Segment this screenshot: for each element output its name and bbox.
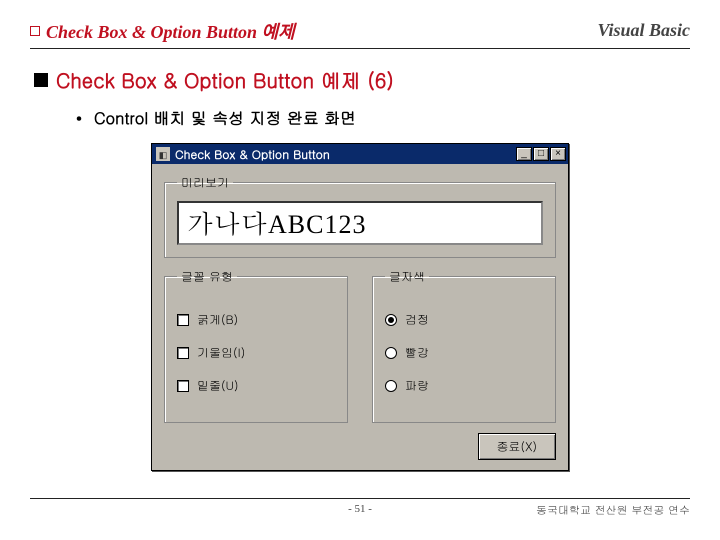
checkbox-icon — [177, 380, 189, 392]
header-divider — [30, 48, 690, 49]
radio-row-blue[interactable]: 파랑 — [385, 377, 543, 394]
font-type-legend: 글꼴 유형 — [177, 268, 237, 285]
section-bullet: Control 배치 및 속성 지정 완료 화면 — [76, 106, 690, 129]
titlebar: ◧ Check Box & Option Button _ □ × — [152, 144, 568, 164]
font-color-group: 글자색 검정 빨강 파랑 — [372, 268, 556, 423]
close-button[interactable]: × — [550, 147, 566, 161]
preview-text: 가나다ABC123 — [177, 201, 543, 245]
maximize-button[interactable]: □ — [533, 147, 549, 161]
checkbox-icon — [177, 314, 189, 326]
checkbox-label: 밑줄(U) — [197, 377, 239, 394]
checkbox-label: 기울임(I) — [197, 344, 245, 361]
exit-button[interactable]: 종료(X) — [478, 433, 557, 460]
filled-square-icon — [34, 73, 48, 87]
font-type-group: 글꼴 유형 굵게(B) 기울임(I) 밑줄(U) — [164, 268, 348, 423]
section-title-row: Check Box & Option Button 예제 (6) — [34, 65, 690, 94]
footer-divider — [30, 498, 690, 499]
radio-label: 파랑 — [405, 377, 429, 394]
radio-icon — [385, 314, 397, 326]
radio-row-red[interactable]: 빨강 — [385, 344, 543, 361]
minimize-button[interactable]: _ — [516, 147, 532, 161]
vb-window: ◧ Check Box & Option Button _ □ × 미리보기 가… — [151, 143, 569, 471]
slide-header-left: Check Box & Option Button 예제 — [30, 18, 295, 44]
checkbox-row-underline[interactable]: 밑줄(U) — [177, 377, 335, 394]
radio-icon — [385, 380, 397, 392]
font-color-legend: 글자색 — [385, 268, 429, 285]
app-icon: ◧ — [156, 147, 170, 161]
section-title: Check Box & Option Button 예제 (6) — [56, 65, 394, 94]
checkbox-row-italic[interactable]: 기울임(I) — [177, 344, 335, 361]
brand-label: Visual Basic — [597, 20, 690, 41]
radio-label: 빨강 — [405, 344, 429, 361]
breadcrumb: Check Box & Option Button 예제 — [46, 18, 295, 44]
radio-icon — [385, 347, 397, 359]
radio-row-black[interactable]: 검정 — [385, 311, 543, 328]
checkbox-label: 굵게(B) — [197, 311, 238, 328]
preview-group: 미리보기 가나다ABC123 — [164, 174, 556, 258]
page-number: - 51 - — [348, 503, 372, 515]
checkbox-icon — [177, 347, 189, 359]
radio-label: 검정 — [405, 311, 429, 328]
footer: - 51 - 동국대학교 전산원 부전공 연수 — [0, 498, 720, 518]
checkbox-row-bold[interactable]: 굵게(B) — [177, 311, 335, 328]
preview-legend: 미리보기 — [177, 174, 233, 191]
window-title: Check Box & Option Button — [175, 146, 516, 163]
bullet-square-icon — [30, 26, 40, 36]
org-label: 동국대학교 전산원 부전공 연수 — [536, 503, 690, 518]
